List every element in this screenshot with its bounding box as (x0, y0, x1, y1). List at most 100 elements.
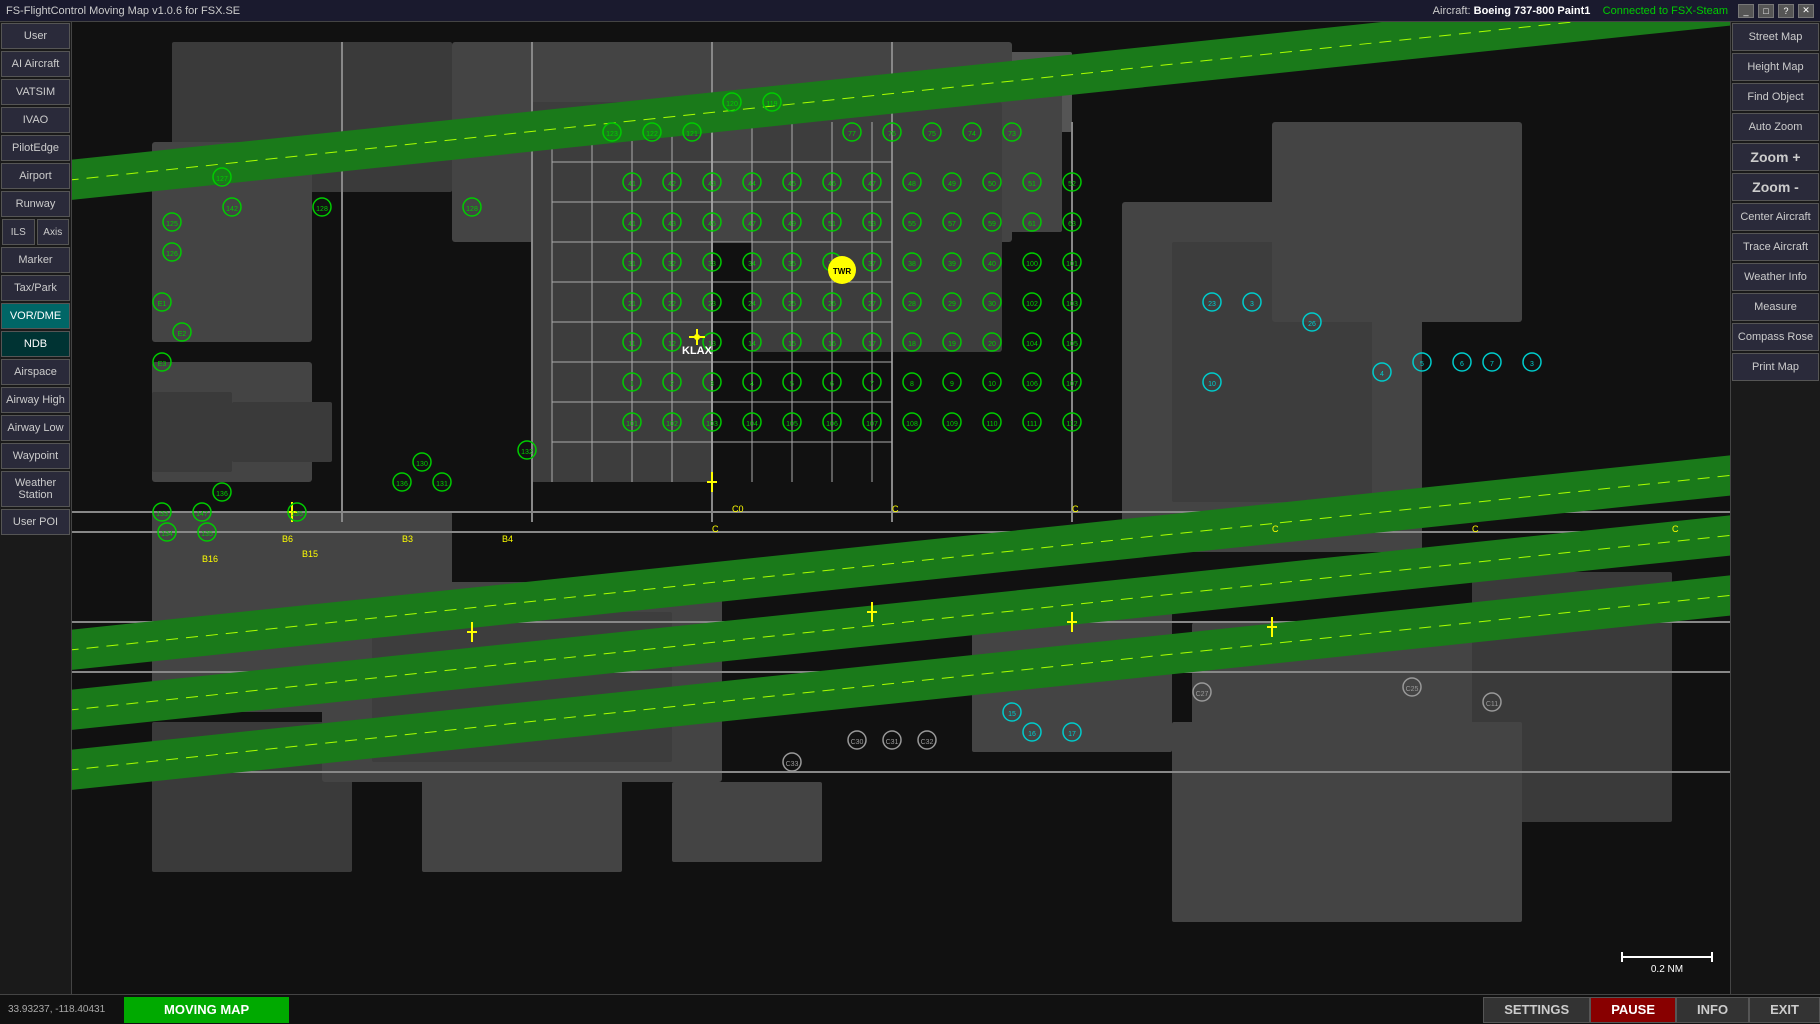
sidebar-item-user[interactable]: User (1, 23, 70, 49)
svg-text:6: 6 (830, 381, 834, 388)
settings-button[interactable]: SETTINGS (1483, 997, 1590, 1023)
svg-text:18: 18 (908, 341, 916, 348)
close-btn[interactable]: ✕ (1798, 4, 1814, 18)
sidebar-item-ndb[interactable]: NDB (1, 331, 70, 357)
sidebar-item-waypoint[interactable]: Waypoint (1, 443, 70, 469)
exit-button[interactable]: EXIT (1749, 997, 1820, 1023)
svg-text:48: 48 (908, 181, 916, 188)
svg-text:103: 103 (706, 421, 718, 428)
sidebar-item-ils[interactable]: ILS (2, 219, 35, 245)
right-sidebar: Street Map Height Map Find Object Auto Z… (1730, 22, 1820, 994)
svg-text:101: 101 (626, 421, 638, 428)
info-button[interactable]: INFO (1676, 997, 1749, 1023)
sidebar-item-ai-aircraft[interactable]: AI Aircraft (1, 51, 70, 77)
svg-text:136: 136 (396, 481, 408, 488)
height-map-btn[interactable]: Height Map (1732, 53, 1819, 81)
compass-rose-btn[interactable]: Compass Rose (1732, 323, 1819, 351)
svg-text:15: 15 (1008, 711, 1016, 718)
svg-text:21: 21 (628, 301, 636, 308)
svg-text:10: 10 (1208, 381, 1216, 388)
svg-text:35: 35 (788, 261, 796, 268)
street-map-btn[interactable]: Street Map (1732, 23, 1819, 51)
svg-text:4: 4 (750, 381, 754, 388)
svg-text:102: 102 (666, 421, 678, 428)
print-map-btn[interactable]: Print Map (1732, 353, 1819, 381)
svg-text:128: 128 (316, 206, 328, 213)
sidebar-item-marker[interactable]: Marker (1, 247, 70, 273)
svg-text:101: 101 (1066, 261, 1078, 268)
sidebar-item-airspace[interactable]: Airspace (1, 359, 70, 385)
minimize-btn[interactable]: _ (1738, 4, 1754, 18)
find-object-btn[interactable]: Find Object (1732, 83, 1819, 111)
svg-text:61: 61 (1028, 221, 1036, 228)
left-sidebar: User AI Aircraft VATSIM IVAO PilotEdge A… (0, 22, 72, 994)
svg-text:49: 49 (788, 221, 796, 228)
maximize-btn[interactable]: □ (1758, 4, 1774, 18)
svg-text:131: 131 (436, 481, 448, 488)
svg-text:5: 5 (790, 381, 794, 388)
measure-btn[interactable]: Measure (1732, 293, 1819, 321)
svg-text:47: 47 (868, 181, 876, 188)
svg-text:105: 105 (1066, 341, 1078, 348)
svg-text:49: 49 (948, 181, 956, 188)
map-area[interactable]: 123 122 121 120 119 77 76 75 74 73 41 42… (72, 22, 1730, 994)
weather-info-btn[interactable]: Weather Info (1732, 263, 1819, 291)
svg-text:40: 40 (988, 261, 996, 268)
sidebar-item-weather-station[interactable]: Weather Station (1, 471, 70, 507)
auto-zoom-btn[interactable]: Auto Zoom (1732, 113, 1819, 141)
svg-text:4: 4 (1380, 371, 1384, 378)
coordinates: 33.93237, -118.40431 (0, 1004, 120, 1015)
svg-text:B3: B3 (402, 534, 413, 544)
svg-text:C: C (712, 524, 719, 534)
svg-text:E2: E2 (178, 331, 187, 338)
svg-text:135: 135 (291, 511, 303, 518)
sidebar-item-vatsim[interactable]: VATSIM (1, 79, 70, 105)
sidebar-item-runway[interactable]: Runway (1, 191, 70, 217)
svg-text:45: 45 (788, 181, 796, 188)
svg-text:75: 75 (928, 131, 936, 138)
svg-text:51: 51 (1028, 181, 1036, 188)
svg-text:10: 10 (988, 381, 996, 388)
sidebar-item-airway-low[interactable]: Airway Low (1, 415, 70, 441)
svg-text:100: 100 (1026, 261, 1038, 268)
bottom-right-buttons: SETTINGS PAUSE INFO EXIT (1483, 997, 1820, 1023)
svg-text:133: 133 (156, 511, 168, 518)
sidebar-item-ivao[interactable]: IVAO (1, 107, 70, 133)
center-aircraft-btn[interactable]: Center Aircraft (1732, 203, 1819, 231)
help-btn[interactable]: ? (1778, 4, 1794, 18)
sidebar-item-pilotedge[interactable]: PilotEdge (1, 135, 70, 161)
sidebar-item-vor-dme[interactable]: VOR/DME (1, 303, 70, 329)
svg-text:7: 7 (870, 381, 874, 388)
svg-text:126: 126 (166, 251, 178, 258)
sidebar-item-axis[interactable]: Axis (37, 219, 70, 245)
svg-text:C30: C30 (851, 739, 864, 746)
svg-text:C: C (892, 504, 899, 514)
sidebar-item-airport[interactable]: Airport (1, 163, 70, 189)
svg-text:C25: C25 (1406, 686, 1419, 693)
svg-text:121: 121 (686, 131, 698, 138)
svg-text:17: 17 (1068, 731, 1076, 738)
svg-text:104: 104 (1026, 341, 1038, 348)
svg-text:3: 3 (1250, 301, 1254, 308)
svg-text:103: 103 (1066, 301, 1078, 308)
svg-text:125: 125 (166, 221, 178, 228)
svg-text:52: 52 (1068, 181, 1076, 188)
svg-text:B6: B6 (282, 534, 293, 544)
window-controls[interactable]: _ □ ? ✕ (1738, 4, 1814, 18)
sidebar-item-user-poi[interactable]: User POI (1, 509, 70, 535)
sidebar-item-airway-high[interactable]: Airway High (1, 387, 70, 413)
svg-text:28: 28 (908, 301, 916, 308)
svg-text:41: 41 (628, 221, 636, 228)
svg-text:122: 122 (646, 131, 658, 138)
zoom-out-btn[interactable]: Zoom - (1732, 173, 1819, 201)
svg-text:37: 37 (868, 261, 876, 268)
pause-button[interactable]: PAUSE (1590, 997, 1676, 1023)
svg-text:9: 9 (950, 381, 954, 388)
trace-aircraft-btn[interactable]: Trace Aircraft (1732, 233, 1819, 261)
moving-map-button[interactable]: MOVING MAP (124, 997, 289, 1023)
svg-text:46: 46 (828, 181, 836, 188)
svg-text:110: 110 (986, 421, 997, 428)
svg-text:107: 107 (1066, 381, 1078, 388)
zoom-in-btn[interactable]: Zoom + (1732, 143, 1819, 171)
sidebar-item-tax-park[interactable]: Tax/Park (1, 275, 70, 301)
